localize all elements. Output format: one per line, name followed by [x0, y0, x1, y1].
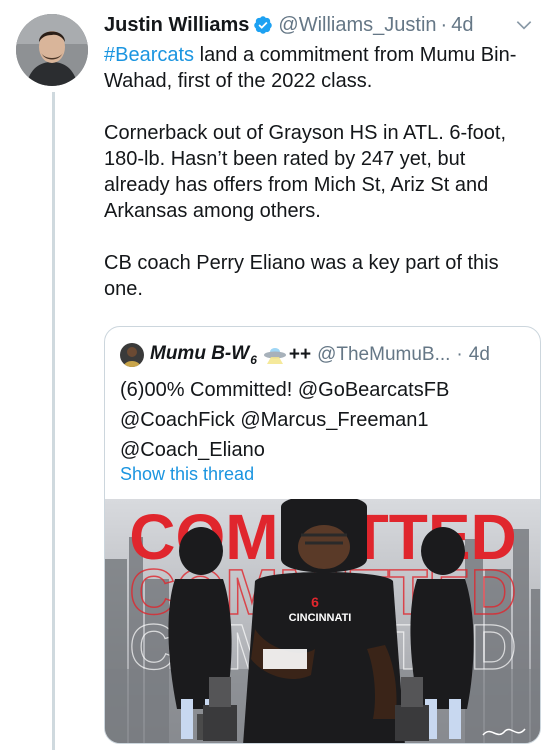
- quote-author-name[interactable]: Mumu B-W6: [150, 343, 257, 367]
- hashtag-link[interactable]: #Bearcats: [104, 44, 194, 66]
- commitment-graphic: COMMITTED COMMITTED COMMITTED: [105, 499, 540, 743]
- jersey-text: CINCINNATI: [289, 612, 352, 624]
- quote-text: (6)00% Committed! @GoBearcatsFB @CoachFi…: [120, 379, 450, 461]
- quote-media-image[interactable]: COMMITTED COMMITTED COMMITTED: [105, 499, 540, 743]
- tweet-text: #Bearcats land a commitment from Mumu Bi…: [104, 42, 534, 302]
- quote-tweet-card[interactable]: Mumu B-W6 ++ @TheMumuB... · 4d (6)00% Co…: [104, 326, 541, 744]
- author-name[interactable]: Justin Williams: [104, 14, 249, 37]
- quote-name-subscript: 6: [250, 353, 257, 367]
- quote-timestamp[interactable]: 4d: [469, 344, 490, 366]
- show-thread-link[interactable]: Show this thread: [120, 464, 254, 485]
- tweet-header: Justin Williams @Williams_Justin · 4d: [104, 10, 536, 40]
- quote-header: Mumu B-W6 ++ @TheMumuB... · 4d: [120, 343, 530, 367]
- quote-avatar[interactable]: [120, 343, 144, 367]
- author-handle[interactable]: @Williams_Justin: [278, 14, 436, 37]
- jersey-number: 6: [311, 594, 319, 610]
- tweet-paragraph-3: CB coach Perry Eliano was a key part of …: [104, 252, 499, 300]
- chevron-down-icon[interactable]: [514, 15, 534, 35]
- quote-name-text: Mumu B-W: [150, 343, 250, 364]
- tweet-paragraph-1: #Bearcats land a commitment from Mumu Bi…: [104, 42, 534, 94]
- avatar-image: [16, 14, 88, 86]
- tweet-paragraph-2: Cornerback out of Grayson HS in ATL. 6-f…: [104, 122, 507, 222]
- ufo-icon: [263, 348, 286, 364]
- quote-avatar-image: [120, 343, 144, 367]
- thread-line: [52, 92, 55, 750]
- quote-dot-separator: ·: [456, 344, 463, 365]
- quote-name-suffix: ++: [288, 344, 312, 365]
- dot-separator: ·: [440, 13, 448, 36]
- verified-badge-icon: [254, 16, 273, 34]
- timestamp[interactable]: 4d: [451, 14, 473, 37]
- avatar[interactable]: [16, 14, 88, 86]
- quote-handle[interactable]: @TheMumuB...: [317, 344, 450, 366]
